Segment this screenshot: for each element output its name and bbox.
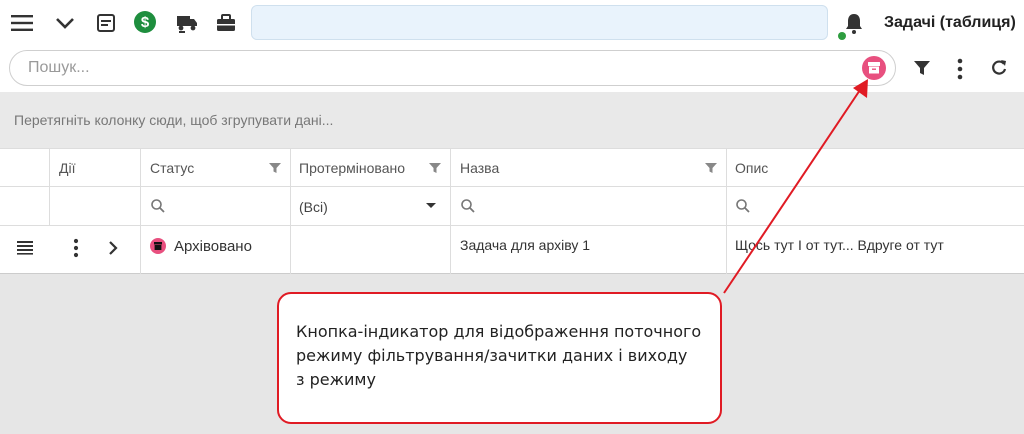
annotation-line: Кнопка-індикатор для відображення поточн…: [296, 322, 702, 341]
annotation-line: режиму фільтрування/зачитки даних і вихо…: [296, 346, 688, 365]
annotation-text: Кнопка-індикатор для відображення поточн…: [296, 320, 716, 392]
annotation-line: з режиму: [296, 370, 376, 389]
